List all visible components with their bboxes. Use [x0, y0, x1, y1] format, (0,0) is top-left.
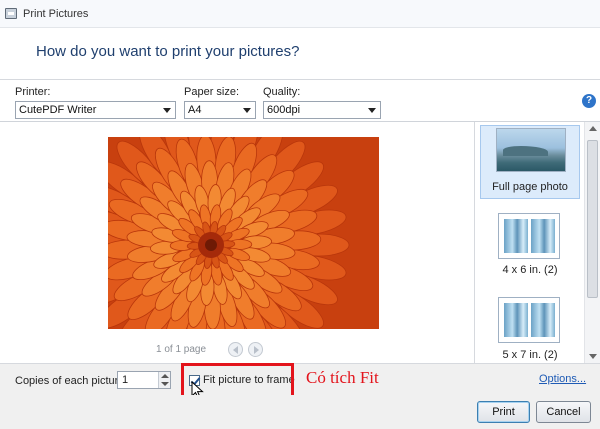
flower-photo-image [108, 137, 379, 329]
printer-app-icon [5, 8, 17, 19]
title-bar: Print Pictures [0, 0, 600, 28]
help-icon[interactable]: ? [582, 94, 596, 108]
next-page-button[interactable] [248, 342, 263, 357]
layout-caption: 5 x 7 in. (2) [502, 349, 558, 361]
layout-5x7[interactable]: 5 x 7 in. (2) [480, 294, 580, 368]
stepper-arrows-icon[interactable] [158, 372, 170, 388]
paper-size-select[interactable]: A4 [184, 101, 256, 119]
print-button[interactable]: Print [477, 401, 530, 423]
scroll-thumb[interactable] [587, 140, 598, 298]
dialog-question: How do you want to print your pictures? [36, 43, 300, 60]
options-bar: Copies of each picture: 1 [0, 363, 600, 395]
preview-area: 1 of 1 page Full page photo 4 x 6 in. (2… [0, 122, 600, 363]
scroll-down-icon[interactable] [589, 354, 597, 359]
chevron-down-icon [368, 108, 376, 113]
copies-value: 1 [122, 374, 129, 386]
quality-value: 600dpi [267, 104, 301, 116]
cancel-button[interactable]: Cancel [536, 401, 591, 423]
quality-label: Quality: [263, 86, 301, 98]
printer-select[interactable]: CutePDF Writer [15, 101, 176, 119]
photo-preview [108, 137, 379, 329]
chevron-down-icon [163, 108, 171, 113]
paper-size-label: Paper size: [184, 86, 240, 98]
paper-size-value: A4 [188, 104, 202, 116]
full-page-thumbnail [496, 128, 566, 172]
print-settings-bar: Printer: CutePDF Writer Paper size: A4 Q… [0, 80, 600, 122]
window-title: Print Pictures [23, 8, 89, 20]
layout-list: Full page photo 4 x 6 in. (2) 5 x 7 in. … [474, 122, 584, 363]
previous-page-button[interactable] [228, 342, 243, 357]
options-link[interactable]: Options... [539, 373, 586, 385]
layout-4x6[interactable]: 4 x 6 in. (2) [480, 210, 580, 284]
annotation-text: Có tích Fit [306, 368, 379, 387]
chevron-down-icon [243, 108, 251, 113]
quality-select[interactable]: 600dpi [263, 101, 381, 119]
layout-5x7-thumbnail [498, 297, 560, 343]
layout-caption: Full page photo [492, 181, 568, 193]
page-indicator: 1 of 1 page [156, 344, 207, 355]
layout-full-page-photo[interactable]: Full page photo [480, 125, 580, 199]
dialog-footer: Print Cancel [0, 395, 600, 429]
copies-stepper[interactable]: 1 [117, 371, 171, 389]
printer-label: Printer: [15, 86, 51, 98]
layout-scrollbar[interactable] [584, 122, 600, 363]
layout-caption: 4 x 6 in. (2) [502, 264, 558, 276]
copies-label: Copies of each picture: [15, 375, 128, 387]
printer-value: CutePDF Writer [19, 104, 97, 116]
layout-4x6-thumbnail [498, 213, 560, 259]
scroll-up-icon[interactable] [589, 126, 597, 131]
dialog-header: How do you want to print your pictures? [0, 28, 600, 80]
